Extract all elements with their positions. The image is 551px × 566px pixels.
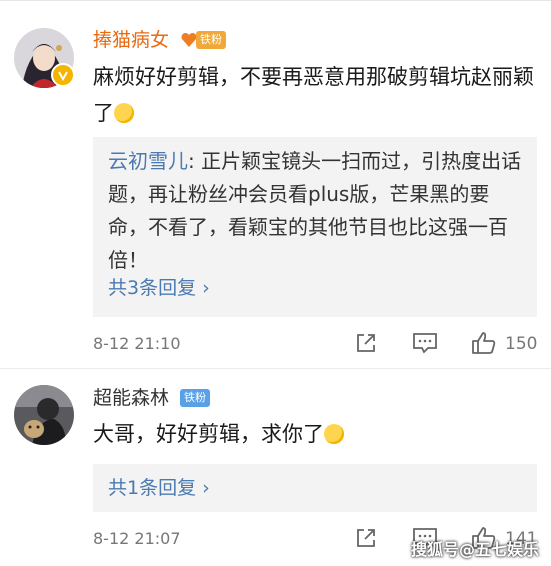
username[interactable]: 捧猫病女 (93, 28, 169, 52)
reply-author[interactable]: 云初雪儿 (108, 149, 188, 173)
share-icon[interactable] (355, 332, 377, 358)
timestamp: 8-12 21:07 (93, 529, 181, 548)
smile-emoji-icon (114, 103, 134, 123)
more-replies-link[interactable]: 共1条回复 › (108, 476, 210, 500)
reply-box[interactable]: 共1条回复 › (93, 464, 537, 512)
comment-text: 麻烦好好剪辑，不要再恶意用那破剪辑坑赵丽颖了 (93, 65, 534, 125)
verified-icon (51, 63, 75, 87)
share-icon[interactable] (355, 527, 377, 553)
comment-icon[interactable] (412, 332, 438, 358)
timestamp: 8-12 21:10 (93, 334, 181, 353)
pleading-emoji-icon (324, 424, 344, 444)
like-count: 150 (505, 334, 538, 354)
fan-badge-label: 铁粉 (196, 31, 226, 49)
like-icon[interactable] (471, 331, 497, 359)
more-replies-link[interactable]: 共3条回复 › (108, 276, 210, 300)
fan-badge-label: 铁粉 (180, 389, 210, 407)
watermark: 搜狐号@五七娱乐 (410, 540, 539, 559)
username[interactable]: 超能森林 (93, 386, 169, 410)
comment-text: 大哥，好好剪辑，求你了 (93, 416, 543, 452)
reply-text: 云初雪儿: 正片颖宝镜头一扫而过，引热度出话题，再让粉丝冲会员看plus版，芒果… (108, 149, 522, 272)
avatar[interactable] (14, 385, 74, 445)
comment-item: 捧猫病女 铁粉 麻烦好好剪辑，不要再恶意用那破剪辑坑赵丽颖了 云初雪儿: 正片颖… (0, 0, 551, 370)
reply-box[interactable]: 云初雪儿: 正片颖宝镜头一扫而过，引热度出话题，再让粉丝冲会员看plus版，芒果… (93, 137, 537, 317)
